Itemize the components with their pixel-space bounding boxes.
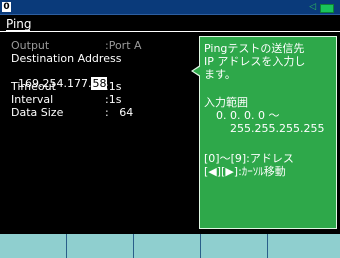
help-range-from: 0. 0. 0. 0 ～ bbox=[216, 109, 280, 122]
timeout-label: Timeout bbox=[11, 80, 56, 93]
help-range-to: 255.255.255.255 bbox=[230, 122, 325, 135]
destination-address-label: Destination Address bbox=[11, 52, 122, 65]
interval-label: Interval bbox=[11, 93, 54, 106]
battery-icon bbox=[320, 4, 334, 13]
tab-ping[interactable]: Ping bbox=[6, 17, 32, 31]
output-value[interactable]: :Port A bbox=[105, 40, 142, 52]
interval-value[interactable]: :1s bbox=[105, 94, 121, 106]
help-hint-cursor: [◀][▶]:ｶｰｿﾙ移動 bbox=[204, 165, 286, 178]
function-key-3[interactable] bbox=[134, 234, 201, 258]
function-key-4[interactable] bbox=[201, 234, 268, 258]
signal-icon: ◁ bbox=[309, 2, 316, 12]
channel-badge: 0 bbox=[2, 2, 11, 12]
status-bar: 0 ◁ bbox=[0, 0, 340, 15]
help-line-3: ます。 bbox=[204, 68, 236, 81]
data-size-value[interactable]: : 64 bbox=[105, 107, 133, 119]
tab-divider bbox=[0, 31, 340, 32]
data-size-label: Data Size bbox=[11, 106, 64, 119]
timeout-value[interactable]: :1s bbox=[105, 81, 121, 93]
help-panel: Pingテストの送信先 IP アドレスを入力し ます。 入力範囲 0. 0. 0… bbox=[191, 36, 337, 229]
help-range-title: 入力範囲 bbox=[204, 96, 248, 109]
function-key-5[interactable] bbox=[268, 234, 340, 258]
function-key-1[interactable] bbox=[0, 234, 67, 258]
help-line-1: Pingテストの送信先 bbox=[204, 42, 305, 55]
help-line-2: IP アドレスを入力し bbox=[204, 55, 306, 68]
help-hint-digits: [0]～[9]:アドレス bbox=[204, 152, 294, 165]
function-key-2[interactable] bbox=[67, 234, 134, 258]
output-label: Output bbox=[11, 39, 50, 52]
help-pointer-fill bbox=[193, 66, 201, 76]
